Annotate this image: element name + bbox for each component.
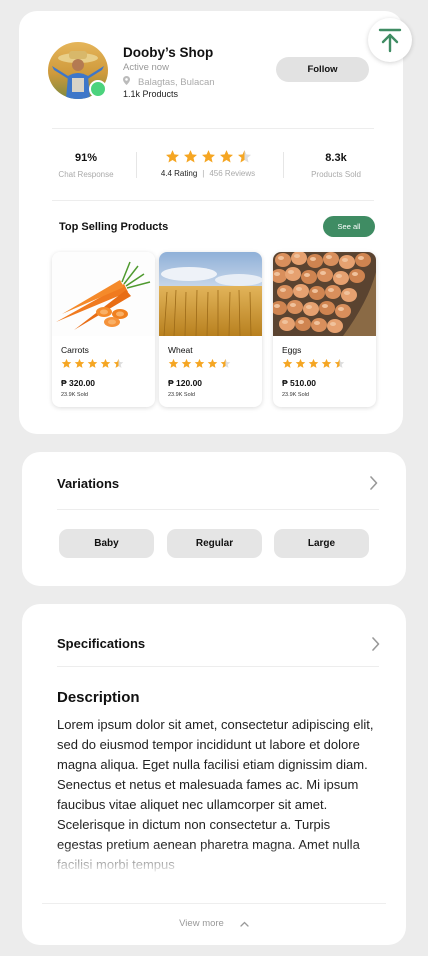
star-icon — [308, 358, 319, 368]
star-icon — [282, 358, 293, 368]
product-name: Eggs — [282, 345, 302, 355]
products-sold-value: 8.3k — [325, 152, 347, 164]
text-fade-overlay — [22, 844, 406, 906]
variations-title[interactable]: Variations — [57, 476, 119, 491]
star-icon — [100, 358, 111, 368]
product-card[interactable]: Carrots ₱ 320.00 23.9K Sold — [52, 252, 155, 407]
products-sold-stat: 8.3k Products Sold — [299, 152, 373, 179]
product-sold: 23.9K Sold — [61, 392, 88, 398]
reviews-label: 456 Reviews — [209, 169, 256, 178]
product-sold: 23.9K Sold — [168, 392, 195, 398]
star-icon — [113, 358, 124, 368]
shop-card: Dooby’s Shop Active now Balagtas, Bulaca… — [19, 11, 403, 434]
product-stars — [282, 358, 345, 369]
stat-separator — [136, 152, 137, 178]
product-name: Carrots — [61, 345, 89, 355]
online-indicator — [89, 80, 107, 98]
product-stars — [61, 358, 124, 369]
shop-location: Balagtas, Bulacan — [123, 76, 215, 88]
star-icon — [181, 358, 192, 368]
variation-option-large[interactable]: Large — [274, 529, 369, 558]
chat-response-label: Chat Response — [58, 170, 114, 179]
star-icon — [74, 358, 85, 368]
products-count: 1.1k Products — [123, 89, 179, 99]
scroll-to-top-button[interactable] — [368, 18, 412, 62]
variation-option-baby[interactable]: Baby — [59, 529, 154, 558]
stat-separator — [283, 152, 284, 178]
star-icon — [207, 358, 218, 368]
star-icon — [194, 358, 205, 368]
product-card[interactable]: Eggs ₱ 510.00 23.9K Sold — [273, 252, 376, 407]
view-more-label: View more — [179, 918, 224, 929]
star-icon — [201, 150, 215, 163]
divider — [57, 509, 379, 510]
star-icon — [321, 358, 332, 368]
follow-button[interactable]: Follow — [276, 57, 369, 82]
products-sold-label: Products Sold — [311, 170, 361, 179]
rating-separator: | — [202, 169, 205, 178]
star-icon — [334, 358, 345, 368]
star-icon — [295, 358, 306, 368]
eggs-image — [273, 252, 376, 336]
variations-card: Variations Baby Regular Large — [22, 452, 406, 586]
divider — [52, 200, 374, 201]
star-icon — [183, 150, 197, 163]
specifications-title[interactable]: Specifications — [57, 636, 145, 651]
chevron-up-icon — [240, 921, 249, 927]
rating-line: 4.4 Rating | 456 Reviews — [148, 169, 268, 178]
rating-stat[interactable]: 4.4 Rating | 456 Reviews — [148, 149, 268, 178]
product-card[interactable]: Wheat ₱ 120.00 23.9K Sold — [159, 252, 262, 407]
star-icon — [237, 150, 251, 163]
details-card: Specifications Description Lorem ipsum d… — [22, 604, 406, 945]
star-icon — [168, 358, 179, 368]
star-icon — [61, 358, 72, 368]
chevron-right-icon[interactable] — [369, 476, 378, 490]
location-text: Balagtas, Bulacan — [138, 76, 215, 88]
product-price: ₱ 510.00 — [282, 378, 317, 388]
rating-stars — [148, 149, 268, 164]
shop-status: Active now — [123, 62, 169, 73]
variation-option-regular[interactable]: Regular — [167, 529, 262, 558]
see-all-button[interactable]: See all — [323, 216, 375, 237]
chat-response-stat: 91% Chat Response — [49, 152, 123, 179]
carrots-image — [52, 252, 155, 336]
wheat-image — [159, 252, 262, 336]
product-price: ₱ 320.00 — [61, 378, 96, 388]
star-icon — [165, 150, 179, 163]
view-more-button[interactable]: View more — [42, 903, 386, 943]
star-icon — [220, 358, 231, 368]
product-price: ₱ 120.00 — [168, 378, 203, 388]
product-sold: 23.9K Sold — [282, 392, 309, 398]
divider — [52, 128, 374, 129]
arrow-up-to-line-icon — [378, 28, 402, 53]
divider — [57, 666, 379, 667]
shop-name: Dooby’s Shop — [123, 45, 214, 60]
product-name: Wheat — [168, 345, 193, 355]
top-selling-title: Top Selling Products — [59, 221, 169, 233]
rating-label: 4.4 Rating — [160, 169, 198, 178]
description-title: Description — [57, 689, 140, 706]
product-stars — [168, 358, 231, 369]
star-icon — [87, 358, 98, 368]
chevron-right-icon[interactable] — [371, 637, 380, 651]
star-icon — [219, 150, 233, 163]
chat-response-value: 91% — [74, 152, 98, 164]
location-pin-icon — [123, 76, 130, 88]
